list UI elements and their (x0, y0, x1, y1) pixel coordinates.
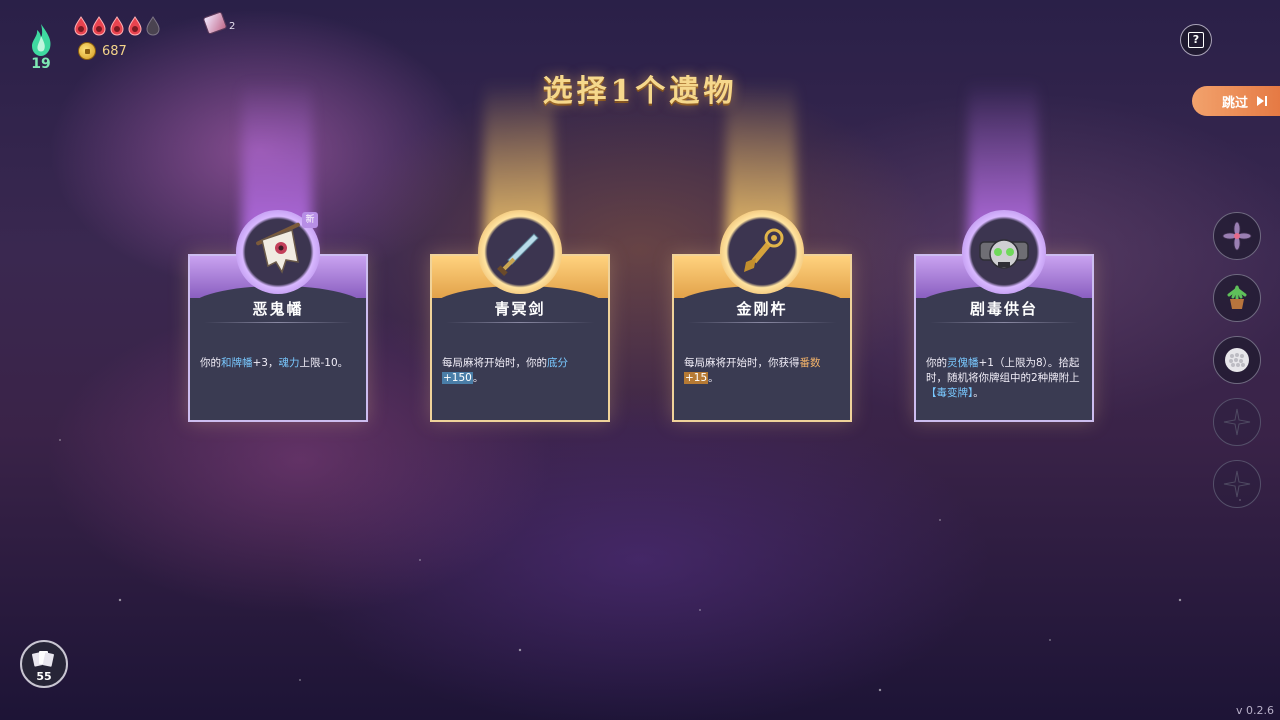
version-label: v 0.2.6 (1236, 704, 1274, 717)
relic-name: 青冥剑 (494, 300, 546, 318)
relic-description: 每局麻将开始时，你的底分 +150。 (442, 356, 598, 386)
heart-empty-icon (146, 16, 160, 36)
sword-icon (497, 233, 539, 276)
banner-icon (256, 222, 300, 274)
coin-value: 687 (102, 43, 127, 59)
empty-slot-icon (1223, 470, 1251, 498)
soul-flame-icon (32, 24, 51, 56)
description-segment: 。 (472, 372, 484, 384)
description-segment: 你的 (200, 357, 221, 369)
help-icon: ? (1188, 32, 1204, 48)
rice-bowl-icon (1225, 348, 1249, 372)
deck-count: 55 (36, 670, 52, 683)
new-badge: 新 (302, 212, 318, 228)
heart-full-icon (92, 16, 106, 36)
relic-name: 金刚杵 (736, 300, 788, 318)
relic-slot[interactable] (1213, 274, 1261, 322)
help-button[interactable]: ? (1180, 24, 1212, 56)
card-divider (446, 322, 594, 323)
relic-slot[interactable] (1213, 460, 1261, 508)
description-segment: 你的 (926, 357, 947, 369)
relic-description: 你的灵傀幡+1（上限为8）。拾起时，随机将你牌组中的2种牌附上【毒变牌】。 (926, 356, 1082, 401)
card-divider (930, 322, 1078, 323)
relic-medallion (478, 210, 562, 294)
description-segment: 番数 (799, 357, 821, 369)
tile-count-value: 2 (229, 21, 236, 32)
relic-selection-screen: 19 687 2 ? 跳过 选择1个遗物 恶鬼幡 你的和牌幡+3，魂力上限-10… (0, 0, 1280, 720)
relic-medallion (962, 210, 1046, 294)
card-divider (204, 322, 352, 323)
description-segment: 灵傀幡 (947, 357, 979, 369)
description-segment: 底分 (547, 357, 568, 369)
relic-slot[interactable] (1213, 336, 1261, 384)
relic-slot[interactable] (1213, 212, 1261, 260)
description-segment: 上限-10。 (299, 357, 349, 369)
description-segment: 每局麻将开始时，你获得 (684, 357, 800, 369)
description-segment: 魂力 (278, 357, 300, 369)
cards-icon (32, 651, 54, 667)
vajra-icon (744, 228, 784, 272)
page-title: 选择1个遗物 (542, 74, 738, 109)
coin-counter: 687 (78, 42, 127, 60)
description-segment: 每局麻将开始时，你的 (442, 357, 547, 369)
card-divider (688, 322, 836, 323)
heart-full-icon (128, 16, 142, 36)
description-segment: +150 (442, 372, 473, 384)
description-segment: +1（上限为8）。 (978, 357, 1059, 369)
description-segment: 【毒变牌】 (926, 387, 974, 399)
relic-description: 你的和牌幡+3，魂力上限-10。 (200, 356, 356, 371)
description-segment: +3， (252, 357, 279, 369)
relic-slot[interactable] (1213, 398, 1261, 446)
mahjong-tile-icon (202, 11, 228, 35)
lotus-icon (1222, 221, 1252, 251)
potted-plant-icon (1227, 285, 1247, 309)
heart-full-icon (110, 16, 124, 36)
coin-icon (78, 42, 96, 60)
description-segment: 和牌幡 (221, 357, 253, 369)
soul-level-indicator: 19 (18, 18, 64, 72)
description-segment: 。 (973, 387, 984, 399)
health-hearts (74, 16, 160, 36)
empty-slot-icon (1223, 408, 1251, 436)
description-segment: +15 (684, 372, 709, 384)
relic-medallion (720, 210, 804, 294)
relic-description: 每局麻将开始时，你获得番数 +15。 (684, 356, 840, 386)
description-segment: 。 (708, 372, 719, 384)
poison-skull-icon (979, 239, 1029, 269)
tile-counter[interactable]: 2 (202, 11, 236, 35)
relic-name: 恶鬼幡 (252, 300, 304, 318)
relic-name: 剧毒供台 (969, 300, 1038, 318)
deck-button[interactable]: 55 (20, 640, 68, 688)
heart-full-icon (74, 16, 88, 36)
